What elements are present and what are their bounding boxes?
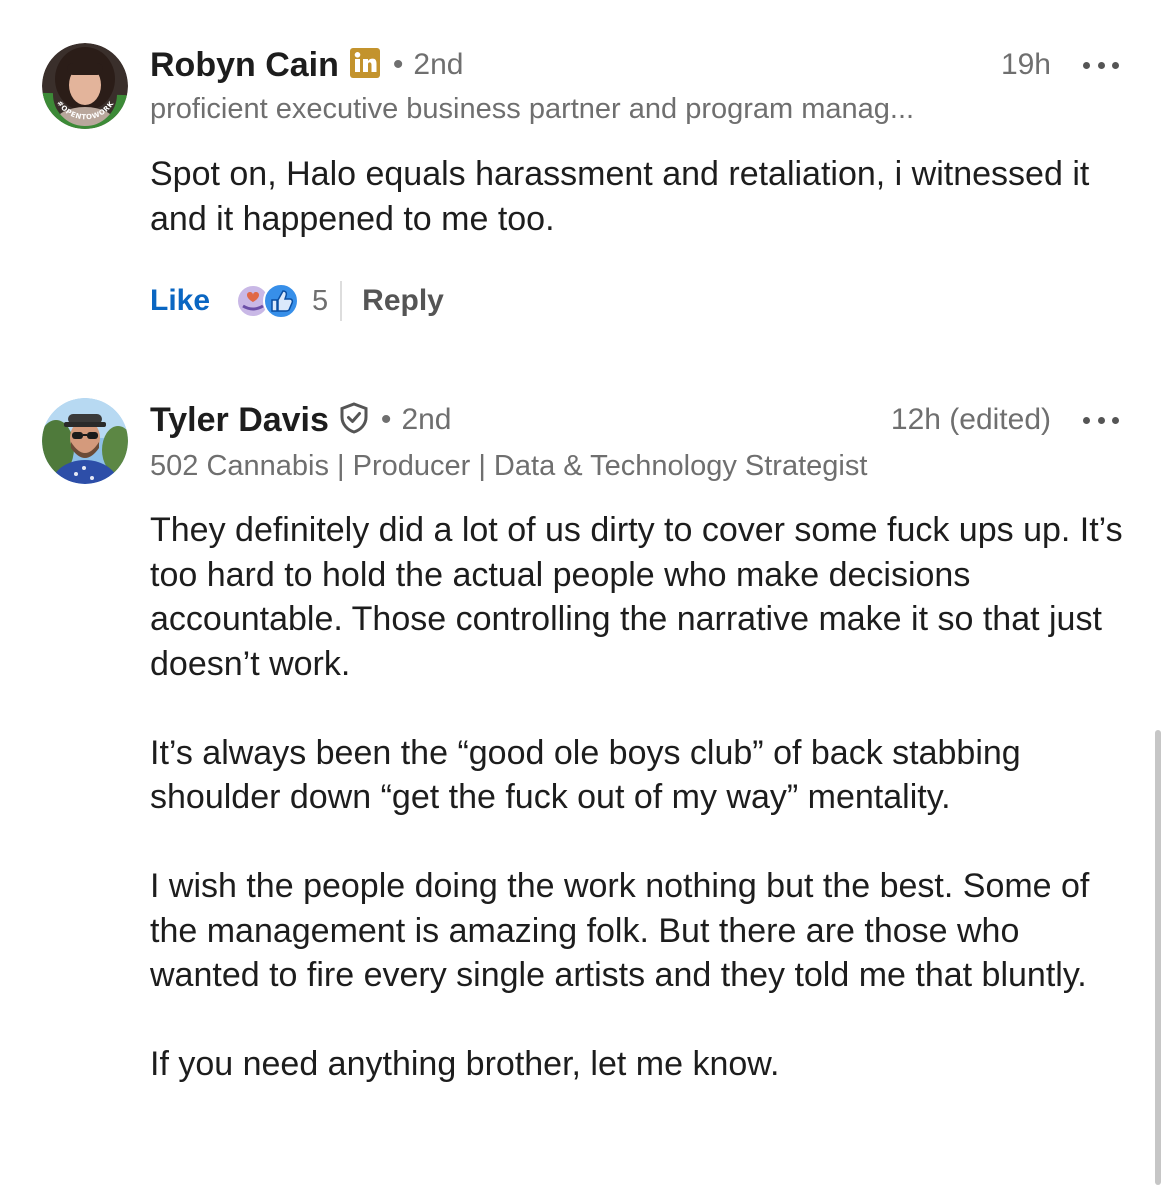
author-row: Tyler Davis • 2nd <box>150 397 452 443</box>
comment-timestamp: 12h (edited) <box>890 403 1051 436</box>
connection-degree: 2nd <box>401 403 452 436</box>
action-divider <box>340 281 343 321</box>
reaction-icons <box>236 283 300 319</box>
reply-button[interactable]: Reply <box>362 284 444 318</box>
author-name[interactable]: Robyn Cain <box>150 46 339 85</box>
author-name[interactable]: Tyler Davis <box>150 401 329 440</box>
more-options-icon[interactable] <box>1083 42 1119 88</box>
reactions-summary[interactable]: 5 <box>234 282 328 320</box>
comment-paragraph: I wish the people doing the work nothing… <box>150 867 1090 994</box>
separator-dot: • <box>392 48 404 81</box>
comment-timestamp: 19h <box>1000 48 1051 81</box>
reaction-count: 5 <box>312 284 329 317</box>
comment-body: They definitely did a lot of us dirty to… <box>150 508 1130 1087</box>
linkedin-icon <box>349 47 381 84</box>
comment-body: Spot on, Halo equals harassment and reta… <box>150 152 1130 241</box>
avatar[interactable] <box>42 398 128 484</box>
more-options-icon[interactable] <box>1083 397 1119 443</box>
comment-paragraph: They definitely did a lot of us dirty to… <box>150 511 1123 683</box>
avatar[interactable]: #OPENTOWORK <box>42 43 128 129</box>
verified-shield-icon <box>339 401 369 439</box>
comment-paragraph: If you need anything brother, let me kno… <box>150 1045 780 1083</box>
scrollbar[interactable] <box>1155 730 1161 1185</box>
comment-paragraph: It’s always been the “good ole boys club… <box>150 733 1021 817</box>
author-headline: 502 Cannabis | Producer | Data & Technol… <box>150 450 868 482</box>
comment-actions: Like 5 Reply <box>150 279 444 323</box>
separator-dot: • <box>380 403 392 436</box>
author-row: Robyn Cain • 2nd <box>150 42 463 88</box>
author-headline: proficient executive business partner an… <box>150 93 915 125</box>
comment-paragraph: Spot on, Halo equals harassment and reta… <box>150 155 1090 238</box>
connection-degree: 2nd <box>413 48 464 81</box>
like-button[interactable]: Like <box>150 284 210 318</box>
